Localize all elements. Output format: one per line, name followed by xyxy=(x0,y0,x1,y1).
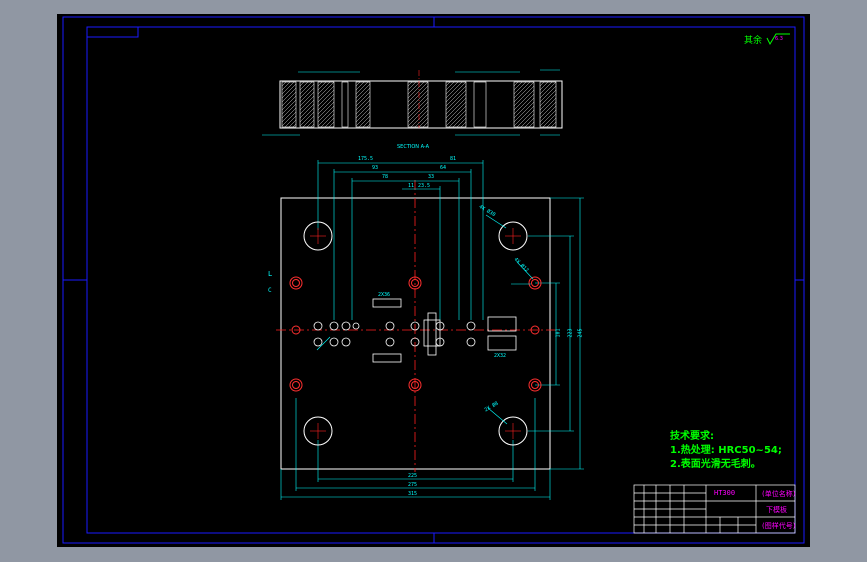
tech-req-title: 技术要求: xyxy=(670,431,714,442)
side-marker-l: L xyxy=(268,270,273,278)
tech-req-item-1: 1.热处理: HRC50~54; xyxy=(670,445,782,456)
roughness-value: 6.3 xyxy=(775,36,783,42)
dim-top-7: 23.5 xyxy=(418,183,431,189)
dim-top-5: 33 xyxy=(428,174,435,180)
dim-top-3: 64 xyxy=(440,165,447,171)
dim-right-0: 101 xyxy=(555,328,562,338)
pocket-label-1: 2X32 xyxy=(494,353,507,359)
dim-bottom-2: 315 xyxy=(408,491,418,497)
dim-right-2: 245 xyxy=(577,328,584,338)
cad-drawing-canvas: 其余 6.3 SECTION A-A xyxy=(57,14,810,547)
side-marker-c: C xyxy=(268,287,272,294)
tech-req-item-2: 2.表面光滑无毛刺。 xyxy=(670,459,761,470)
dim-top-2: 93 xyxy=(372,165,379,171)
roughness-note: 其余 xyxy=(744,34,762,46)
dim-bottom-1: 275 xyxy=(408,482,418,488)
dim-top-0: 175.5 xyxy=(358,156,374,162)
dim-bottom-0: 225 xyxy=(408,473,418,479)
technical-requirements: 技术要求: 1.热处理: HRC50~54; 2.表面光滑无毛刺。 xyxy=(670,430,782,472)
dim-top-6: 11 xyxy=(408,183,415,189)
title-block-unit-name: (单位名称) xyxy=(762,490,796,498)
section-label: SECTION A-A xyxy=(397,144,430,150)
dim-right-1: 223 xyxy=(567,328,574,338)
title-block-material: HT300 xyxy=(714,489,736,497)
title-block-drawing-no: (图样代号) xyxy=(762,522,796,530)
dim-top-1: 81 xyxy=(450,156,457,162)
dim-top-4: 78 xyxy=(382,174,389,180)
title-block-part-name: 下模板 xyxy=(766,506,787,514)
pocket-label-0: 2X36 xyxy=(378,292,391,298)
